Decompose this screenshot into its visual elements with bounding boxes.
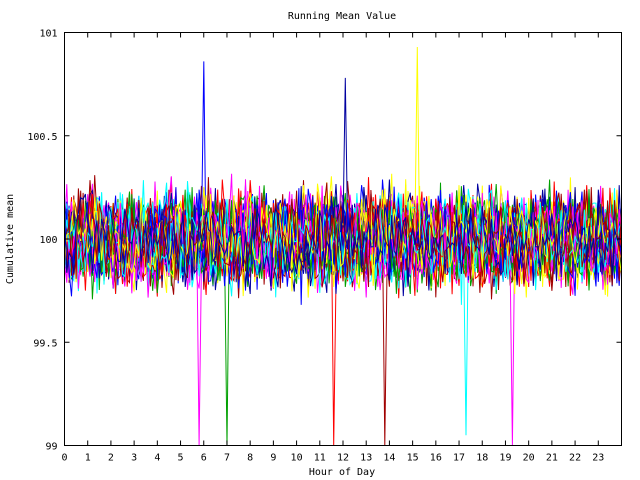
x-tick-label: 21 [546,453,558,464]
x-tick-label: 23 [592,453,604,464]
y-tick-label: 99.5 [33,338,57,349]
x-tick-label: 10 [291,453,303,464]
x-tick-label: 15 [407,453,419,464]
x-tick-label: 19 [499,453,511,464]
x-tick-label: 17 [453,453,465,464]
y-tick-label: 100.5 [27,132,57,143]
x-tick-label: 5 [178,453,184,464]
x-tick-label: 9 [270,453,276,464]
x-tick-label: 16 [430,453,442,464]
chart-title: Running Mean Value [288,11,396,22]
y-tick-label: 99 [45,442,57,453]
x-tick-label: 11 [314,453,326,464]
x-tick-label: 0 [61,453,67,464]
x-tick-label: 3 [131,453,137,464]
y-tick-label: 100 [39,235,57,246]
chart-root: Running Mean Value Hour of Day Cumulativ… [0,0,640,480]
x-tick-label: 2 [108,453,114,464]
x-tick-label: 12 [337,453,349,464]
x-tick-label: 22 [569,453,581,464]
x-tick-label: 8 [247,453,253,464]
x-tick-label: 18 [476,453,488,464]
x-tick-label: 1 [85,453,91,464]
x-tick-label: 14 [383,453,395,464]
y-tick-label: 101 [39,29,57,40]
x-axis-label: Hour of Day [309,467,375,478]
x-tick-label: 7 [224,453,230,464]
x-tick-label: 20 [523,453,535,464]
plot-area [64,46,622,446]
running-mean-chart: Running Mean Value Hour of Day Cumulativ… [5,11,622,478]
x-tick-label: 13 [360,453,372,464]
y-axis-label: Cumulative mean [5,194,16,284]
x-tick-label: 4 [154,453,160,464]
x-tick-label: 6 [201,453,207,464]
